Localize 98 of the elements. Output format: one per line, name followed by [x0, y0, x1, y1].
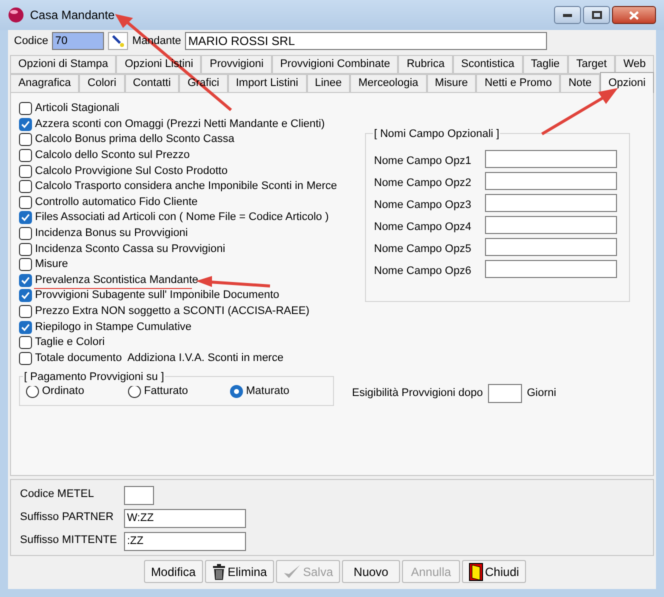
option-label: Riepilogo in Stampe Cumulative: [35, 320, 192, 334]
checkbox[interactable]: [19, 149, 32, 162]
field-label: Nome Campo Opz5: [374, 242, 472, 257]
check-icon: [282, 564, 301, 580]
field-label: Suffisso PARTNER: [20, 510, 115, 525]
checkbox[interactable]: [19, 102, 32, 116]
option-label: Taglie e Colori: [35, 336, 105, 350]
action-button[interactable]: Modifica: [144, 560, 203, 583]
checkbox[interactable]: [19, 352, 32, 365]
input-field[interactable]: W:ZZ: [124, 509, 246, 528]
field-label: Nome Campo Opz1: [374, 154, 472, 169]
option-label: Prevalenza Scontistica Mandante: [35, 274, 198, 287]
field-label: Nome Campo Opz4: [374, 220, 472, 235]
action-button[interactable]: Chiudi: [462, 560, 526, 583]
tab[interactable]: Rubrica: [398, 55, 453, 74]
tab[interactable]: Netti e Promo: [476, 74, 560, 93]
door-icon: [469, 562, 484, 580]
name-field[interactable]: MARIO ROSSI SRL: [185, 32, 548, 50]
wand-icon: [111, 34, 126, 48]
maximize-button[interactable]: [583, 6, 610, 24]
tab[interactable]: Import Listini: [228, 74, 307, 93]
lookup-button[interactable]: [108, 32, 128, 50]
input-field[interactable]: [485, 238, 617, 256]
code-label: Codice: [14, 34, 48, 49]
tab[interactable]: Target: [568, 55, 616, 74]
tab[interactable]: Colori: [79, 74, 125, 93]
tab[interactable]: Misure: [426, 74, 476, 93]
tab[interactable]: Opzioni: [600, 72, 654, 93]
radio-label: Ordinato: [42, 384, 84, 399]
option-label: Provvigioni Subagente sull' Imponibile Documento: [35, 289, 280, 302]
checkbox[interactable]: [19, 258, 32, 272]
close-button[interactable]: [612, 6, 656, 24]
app-logo-icon: [8, 7, 24, 23]
trash-icon: [212, 564, 226, 580]
checkbox[interactable]: [19, 305, 32, 318]
option-label: Articoli Stagionali: [35, 102, 120, 116]
checkbox[interactable]: [19, 180, 32, 194]
checkbox[interactable]: [19, 118, 32, 131]
field-label: Nome Campo Opz2: [374, 176, 472, 191]
option-label: Calcolo Provvigione Sul Costo Prodotto: [35, 164, 228, 178]
field-label: Codice METEL: [20, 487, 95, 502]
tab[interactable]: Linee: [306, 74, 350, 93]
unit-label: Giorni: [526, 386, 556, 402]
option-label: Calcolo dello Sconto sul Prezzo: [35, 149, 190, 162]
group-title: [ Nomi Campo Opzionali ]: [373, 126, 500, 142]
tab[interactable]: Scontistica: [452, 55, 523, 74]
tab[interactable]: Merceologia: [350, 74, 427, 93]
option-label: Incidenza Sconto Cassa su Provvigioni: [35, 242, 226, 256]
option-label: Files Associati ad Articoli con ( Nome File = Codice Articolo ): [35, 211, 329, 224]
input-field[interactable]: [124, 486, 154, 505]
checkbox[interactable]: [19, 242, 32, 256]
code-field[interactable]: 70: [52, 32, 104, 50]
checkbox[interactable]: [19, 274, 32, 287]
checkbox[interactable]: [19, 164, 32, 178]
checkbox[interactable]: [19, 211, 32, 224]
checkbox[interactable]: [19, 196, 32, 209]
field-label: Suffisso MITTENTE: [20, 533, 118, 548]
radio-button[interactable]: [230, 384, 243, 398]
tab[interactable]: Contatti: [124, 74, 180, 93]
tab[interactable]: Provvigioni: [201, 55, 272, 74]
window-title: Casa Mandante: [30, 7, 115, 24]
input-field[interactable]: [485, 150, 617, 168]
input-field[interactable]: [485, 216, 617, 234]
radio-label: Maturato: [246, 384, 290, 399]
radio-label: Fatturato: [144, 384, 188, 399]
due-label: Esigibilità Provvigioni dopo: [352, 386, 483, 402]
checkbox[interactable]: [19, 289, 32, 302]
days-field[interactable]: [488, 384, 522, 403]
tab[interactable]: Opzioni di Stampa: [10, 55, 116, 74]
action-button[interactable]: Elimina: [204, 560, 274, 583]
checkbox[interactable]: [19, 227, 32, 240]
checkbox[interactable]: [19, 133, 32, 146]
option-label: Prezzo Extra NON soggetto a SCONTI (ACCISA-RAEE): [35, 305, 310, 318]
option-label: Totale documento Addiziona I.V.A. Sconti in merce: [35, 352, 284, 365]
option-label: Calcolo Trasporto considera anche Imponibile Sconti in Merce: [35, 180, 338, 194]
input-field[interactable]: [485, 260, 617, 278]
checkbox[interactable]: [19, 336, 32, 350]
minimize-icon: [563, 14, 572, 16]
input-field[interactable]: [485, 172, 617, 190]
option-label: Incidenza Bonus su Provvigioni: [35, 227, 188, 240]
option-label: Controllo automatico Fido Cliente: [35, 196, 198, 209]
close-icon: [629, 10, 639, 20]
group-title: [ Pagamento Provvigioni su ]: [23, 369, 166, 386]
option-label: Azzera sconti con Omaggi (Prezzi Netti Mandante e Clienti): [35, 118, 325, 131]
option-label: Calcolo Bonus prima dello Sconto Cassa: [35, 133, 234, 146]
action-button[interactable]: Nuovo: [342, 560, 400, 583]
minimize-button[interactable]: [554, 6, 581, 24]
tab[interactable]: Note: [560, 74, 600, 93]
tab[interactable]: Taglie: [522, 55, 568, 74]
checkbox[interactable]: [19, 320, 32, 334]
maximize-icon: [592, 11, 602, 19]
tab[interactable]: Anagrafica: [10, 74, 80, 93]
field-label: Nome Campo Opz6: [374, 264, 472, 279]
input-field[interactable]: :ZZ: [124, 532, 246, 551]
field-label: Nome Campo Opz3: [374, 198, 472, 213]
input-field[interactable]: [485, 194, 617, 212]
tab[interactable]: Provvigioni Combinate: [272, 55, 398, 74]
option-label: Misure: [35, 258, 68, 272]
